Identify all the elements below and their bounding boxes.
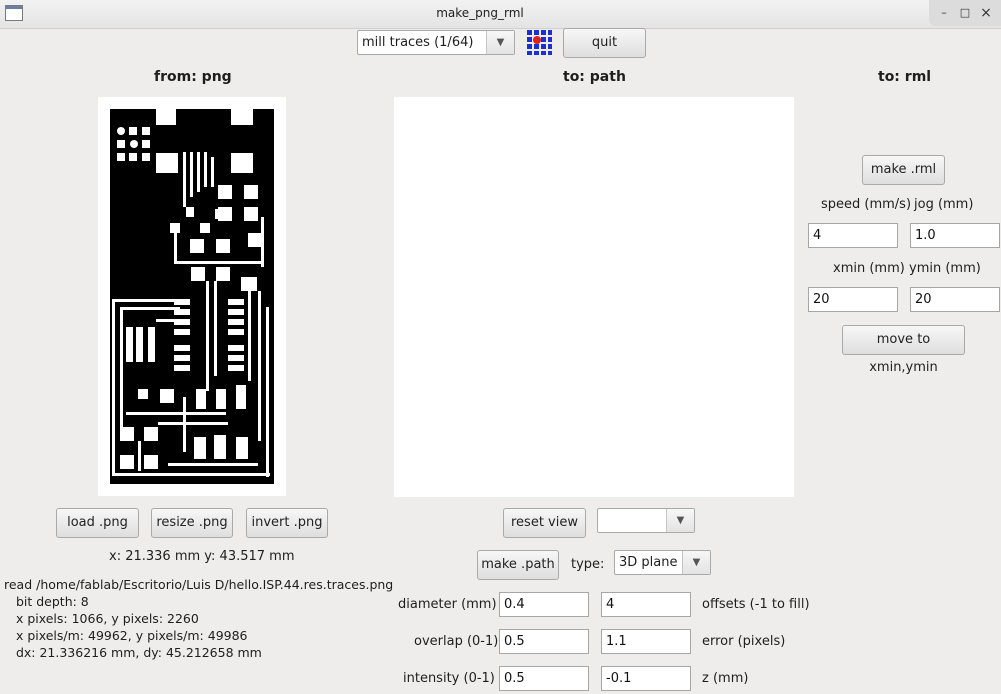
z-input[interactable]: -0.1: [601, 666, 691, 691]
chevron-down-icon: ▼: [682, 551, 710, 574]
quit-button[interactable]: quit: [563, 28, 646, 58]
chevron-down-icon: ▼: [666, 509, 694, 532]
intensity-label: intensity (0-1): [403, 671, 495, 686]
speed-label: speed (mm/s): [821, 197, 912, 212]
mode-select-value: mill traces (1/64): [362, 35, 474, 50]
xmin-input[interactable]: 20: [808, 287, 898, 312]
z-label: z (mm): [702, 671, 749, 686]
make-rml-button[interactable]: make .rml: [862, 155, 945, 185]
ymin-label: ymin (mm): [909, 261, 981, 276]
offsets-label: offsets (-1 to fill): [702, 597, 810, 612]
reset-view-button[interactable]: reset view: [503, 508, 586, 538]
make-path-button[interactable]: make .path: [477, 550, 559, 580]
diameter-label: diameter (mm): [398, 597, 497, 612]
window-titlebar: make_png_rml – □ ×: [0, 0, 1001, 29]
offsets-input[interactable]: 4: [601, 592, 691, 617]
png-info-line-2: bit depth: 8: [8, 594, 89, 609]
maximize-icon[interactable]: □: [956, 4, 974, 22]
pcb-traces-image: [110, 109, 274, 484]
diameter-input[interactable]: 0.4: [499, 592, 589, 617]
png-info-line-5: dx: 21.336216 mm, dy: 45.212658 mm: [8, 645, 262, 660]
from-png-heading: from: png: [154, 69, 232, 85]
view-select[interactable]: ▼: [597, 508, 695, 533]
invert-png-button[interactable]: invert .png: [246, 508, 328, 538]
move-to-xmin-ymin-button[interactable]: move to xmin,ymin: [842, 325, 965, 375]
jog-label: jog (mm): [914, 197, 974, 212]
overlap-label: overlap (0-1): [414, 634, 499, 649]
overlap-input[interactable]: 0.5: [499, 629, 589, 654]
type-select-value: 3D plane: [619, 555, 678, 570]
load-png-button[interactable]: load .png: [56, 508, 139, 538]
chevron-down-icon: ▼: [486, 31, 514, 54]
png-preview-canvas[interactable]: [98, 97, 286, 496]
type-label: type:: [571, 557, 605, 572]
error-label: error (pixels): [702, 634, 786, 649]
to-rml-heading: to: rml: [878, 69, 932, 85]
ymin-input[interactable]: 20: [910, 287, 1000, 312]
path-preview-canvas[interactable]: [394, 97, 794, 497]
cursor-coordinates: x: 21.336 mm y: 43.517 mm: [109, 549, 295, 564]
mode-select[interactable]: mill traces (1/64) ▼: [357, 30, 515, 55]
error-input[interactable]: 1.1: [601, 629, 691, 654]
png-info-line-3: x pixels: 1066, y pixels: 2260: [8, 611, 199, 626]
minimize-icon[interactable]: –: [935, 4, 953, 22]
png-info-line-1: read /home/fablab/Escritorio/Luis D/hell…: [4, 577, 394, 592]
close-icon[interactable]: ×: [977, 4, 995, 22]
png-info-line-4: x pixels/m: 49962, y pixels/m: 49986: [8, 628, 248, 643]
to-path-heading: to: path: [563, 69, 626, 85]
window-controls: – □ ×: [929, 0, 1001, 26]
resize-png-button[interactable]: resize .png: [151, 508, 233, 538]
type-select[interactable]: 3D plane ▼: [614, 550, 711, 575]
speed-input[interactable]: 4: [808, 223, 898, 248]
xmin-label: xmin (mm): [833, 261, 905, 276]
fab-grid-icon: [525, 28, 553, 56]
intensity-input[interactable]: 0.5: [499, 666, 589, 691]
window-title: make_png_rml: [436, 6, 524, 20]
jog-input[interactable]: 1.0: [910, 223, 1000, 248]
